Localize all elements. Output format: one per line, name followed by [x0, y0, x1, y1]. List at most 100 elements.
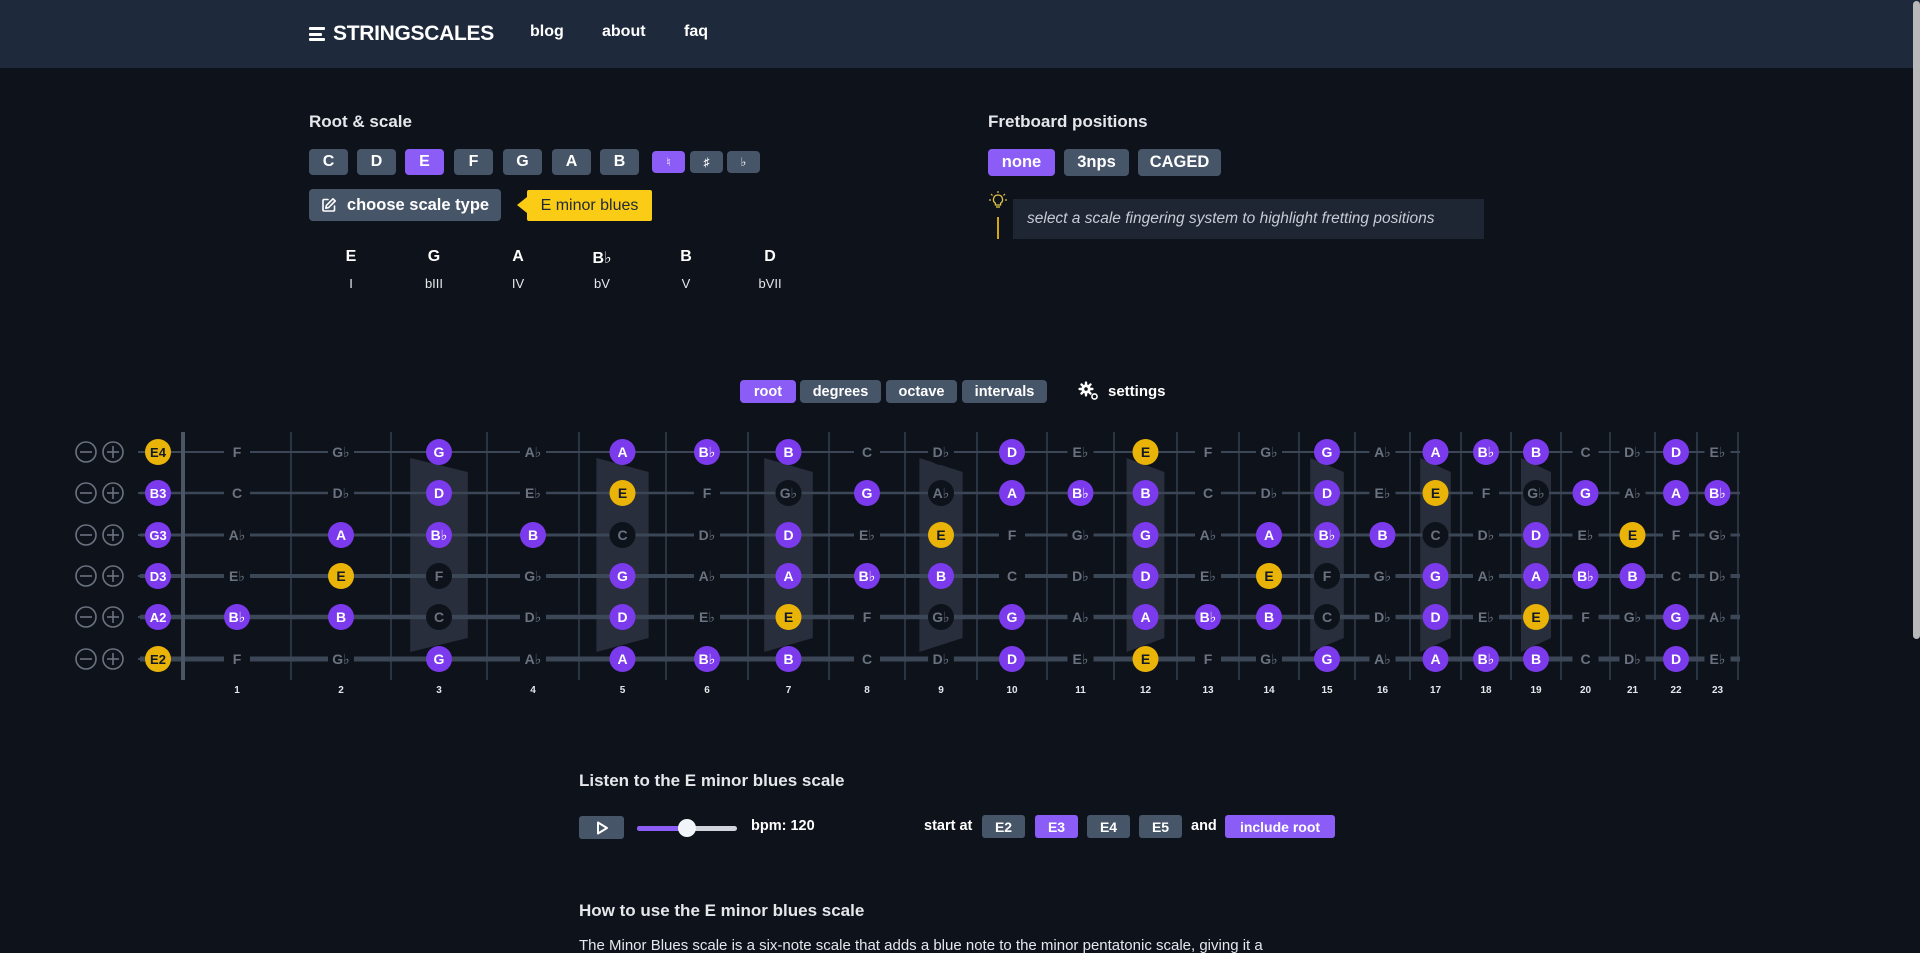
root-button-f[interactable]: F — [454, 149, 493, 175]
fret-note[interactable]: B — [328, 604, 354, 630]
tune-up-button[interactable] — [102, 565, 124, 587]
position-caged-button[interactable]: CAGED — [1138, 149, 1221, 176]
tune-up-button[interactable] — [102, 482, 124, 504]
fret-note[interactable]: E♭ — [1067, 444, 1094, 460]
fret-note[interactable]: A — [999, 480, 1025, 506]
fret-note[interactable]: A — [1422, 439, 1449, 465]
fret-note[interactable]: G — [1314, 646, 1340, 672]
fret-note[interactable]: D — [1422, 604, 1449, 630]
fret-note[interactable]: F — [426, 563, 452, 589]
fret-note[interactable]: E♭ — [1067, 651, 1094, 667]
tune-down-button[interactable] — [75, 606, 97, 628]
fret-note[interactable]: F — [1473, 485, 1499, 501]
fret-note[interactable]: B — [1619, 563, 1646, 589]
root-button-g[interactable]: G — [503, 149, 542, 175]
tune-up-button[interactable] — [102, 648, 124, 670]
tempo-slider-thumb[interactable] — [678, 819, 696, 837]
fret-note[interactable]: G — [1663, 604, 1689, 630]
open-string-note[interactable]: A2 — [138, 604, 171, 630]
fret-note[interactable]: E♭ — [854, 527, 880, 543]
fret-note[interactable]: E♭ — [1704, 444, 1731, 460]
tune-up-button[interactable] — [102, 524, 124, 546]
fret-note[interactable]: E — [328, 563, 354, 589]
fret-note[interactable]: G♭ — [1369, 568, 1396, 584]
fret-note[interactable]: C — [1572, 651, 1599, 667]
fret-note[interactable]: D — [1314, 480, 1340, 506]
fret-note[interactable]: C — [854, 444, 880, 460]
fret-note[interactable]: D♭ — [1619, 651, 1646, 667]
open-string-note[interactable]: E4 — [138, 439, 171, 465]
fret-note[interactable]: D♭ — [928, 439, 954, 465]
fret-note[interactable]: G♭ — [928, 604, 954, 630]
fret-note[interactable]: G♭ — [775, 480, 802, 506]
tune-up-button[interactable] — [102, 441, 124, 463]
scrollbar-thumb[interactable] — [1913, 1, 1920, 639]
fret-note[interactable]: A♭ — [1704, 609, 1731, 625]
mode-octave-button[interactable]: octave — [886, 380, 957, 403]
root-button-e[interactable]: E — [405, 149, 444, 175]
fret-note[interactable]: A — [775, 563, 802, 589]
fret-note[interactable]: B — [1132, 480, 1159, 506]
fret-note[interactable]: A — [1422, 646, 1449, 672]
root-button-d[interactable]: D — [357, 149, 396, 175]
fret-note[interactable]: B♭ — [1704, 480, 1731, 506]
position-3nps-button[interactable]: 3nps — [1064, 149, 1129, 176]
accidental-flat-button[interactable]: ♭ — [727, 151, 760, 173]
fret-note[interactable]: D♭ — [1067, 568, 1094, 584]
fret-note[interactable]: A — [1256, 522, 1282, 548]
fret-note[interactable]: D♭ — [1256, 485, 1282, 501]
fret-note[interactable]: G — [999, 604, 1025, 630]
include-root-toggle[interactable]: include root — [1225, 815, 1335, 838]
accidental-natural-button[interactable]: ♮ — [652, 151, 685, 173]
fret-note[interactable]: E♭ — [1473, 609, 1499, 625]
fret-note[interactable]: C — [999, 568, 1025, 584]
fret-note[interactable]: B♭ — [1572, 563, 1599, 589]
nav-faq[interactable]: faq — [684, 23, 708, 41]
fret-note[interactable]: G♭ — [328, 444, 354, 460]
fret-note[interactable]: E — [928, 522, 954, 548]
fret-note[interactable]: G — [609, 563, 636, 589]
fret-note[interactable]: E — [1422, 480, 1449, 506]
nav-blog[interactable]: blog — [530, 23, 564, 41]
fret-note[interactable]: B♭ — [1314, 522, 1340, 548]
fret-note[interactable]: D — [1523, 522, 1549, 548]
fret-note[interactable]: E♭ — [1369, 485, 1396, 501]
fret-note[interactable]: G♭ — [1523, 480, 1549, 506]
mode-intervals-button[interactable]: intervals — [962, 380, 1047, 403]
fret-note[interactable]: B♭ — [694, 646, 720, 672]
fret-note[interactable]: D — [1132, 563, 1159, 589]
fret-note[interactable]: B♭ — [1473, 646, 1499, 672]
fret-note[interactable]: G — [1572, 480, 1599, 506]
fret-note[interactable]: D♭ — [1704, 568, 1731, 584]
fret-note[interactable]: G — [854, 480, 880, 506]
fret-note[interactable]: D♭ — [928, 646, 954, 672]
open-string-note[interactable]: D3 — [138, 563, 171, 589]
fret-note[interactable]: E♭ — [1572, 527, 1599, 543]
fret-note[interactable]: G♭ — [1619, 609, 1646, 625]
fret-note[interactable]: F — [1195, 651, 1221, 667]
fret-note[interactable]: A♭ — [520, 651, 546, 667]
root-button-c[interactable]: C — [309, 149, 348, 175]
tempo-slider[interactable] — [637, 819, 737, 837]
fret-note[interactable]: A♭ — [1067, 609, 1094, 625]
fret-note[interactable]: A♭ — [520, 444, 546, 460]
fret-note[interactable]: D♭ — [1369, 609, 1396, 625]
fret-note[interactable]: C — [854, 651, 880, 667]
fret-note[interactable]: B♭ — [224, 604, 250, 630]
fret-note[interactable]: C — [1314, 604, 1340, 630]
tune-down-button[interactable] — [75, 482, 97, 504]
fret-note[interactable]: A♭ — [224, 527, 250, 543]
tune-down-button[interactable] — [75, 524, 97, 546]
fret-note[interactable]: G♭ — [1067, 527, 1094, 543]
brand-logo[interactable]: STRINGSCALES — [309, 20, 494, 48]
fret-note[interactable]: B♭ — [694, 439, 720, 465]
settings-button[interactable]: settings — [1078, 381, 1166, 401]
accidental-sharp-button[interactable]: ♯ — [690, 151, 723, 173]
fret-note[interactable]: F — [694, 485, 720, 501]
fret-note[interactable]: E♭ — [694, 609, 720, 625]
position-none-button[interactable]: none — [988, 149, 1055, 176]
root-button-a[interactable]: A — [552, 149, 591, 175]
start-e5-button[interactable]: E5 — [1139, 815, 1182, 838]
fret-note[interactable]: A — [1132, 604, 1159, 630]
fret-note[interactable]: A♭ — [1369, 444, 1396, 460]
